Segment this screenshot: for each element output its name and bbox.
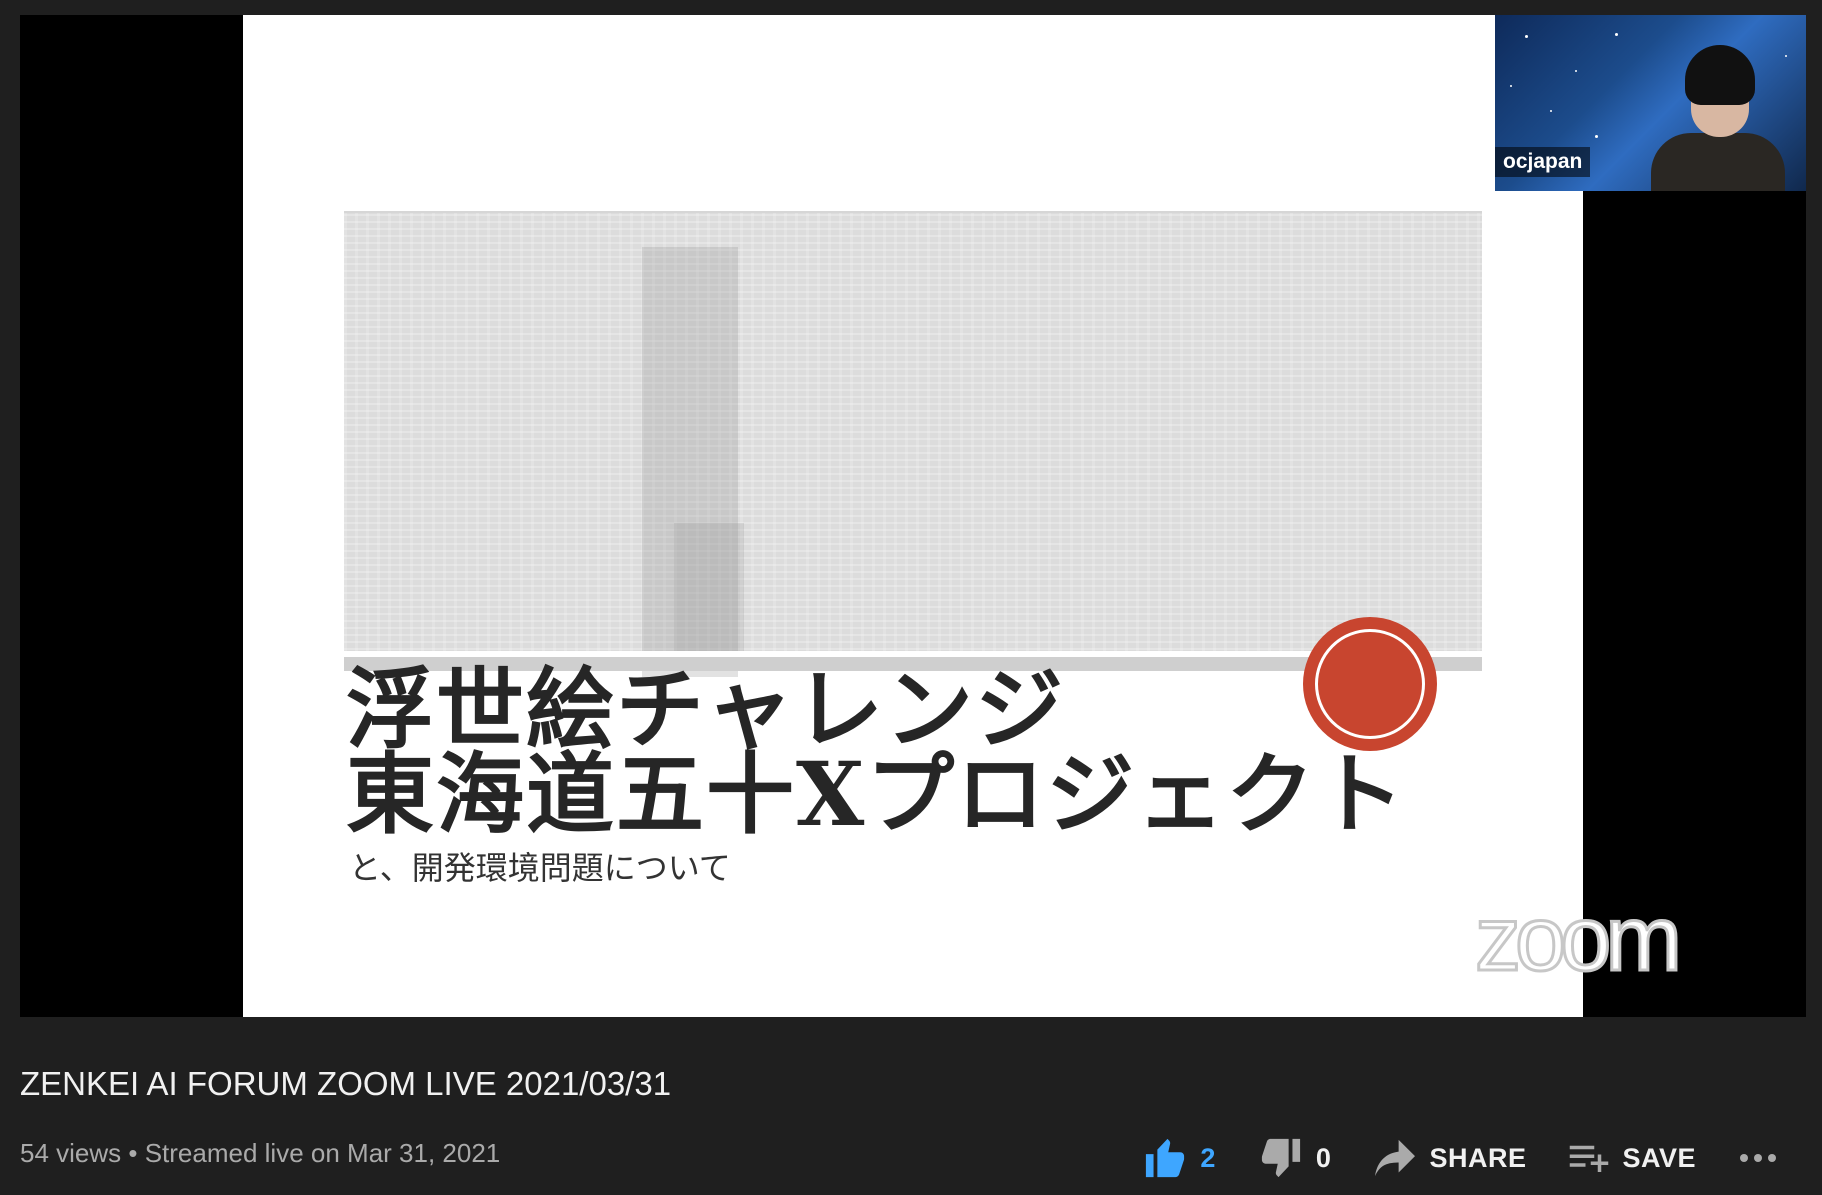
video-actions-bar: 2 0 SHARE SAVE xyxy=(1142,1136,1778,1180)
star-dot xyxy=(1510,85,1512,87)
slide-title-line2: 東海道五十Xプロジェクト xyxy=(346,742,1407,846)
save-label: SAVE xyxy=(1622,1142,1696,1173)
star-dot xyxy=(1550,110,1552,112)
like-count: 2 xyxy=(1200,1142,1216,1173)
thumb-up-icon xyxy=(1142,1137,1188,1179)
slide-title-line1: 浮世絵チャレンジ xyxy=(346,657,1066,761)
star-dot xyxy=(1785,55,1787,57)
share-label: SHARE xyxy=(1429,1142,1527,1173)
playlist-add-icon xyxy=(1568,1140,1610,1176)
dislike-count: 0 xyxy=(1315,1142,1332,1173)
slide-subtitle: と、開発環境問題について xyxy=(349,849,731,887)
slide-banner-image xyxy=(344,213,1482,677)
participant-body xyxy=(1651,133,1785,191)
share-button[interactable]: SHARE xyxy=(1373,1138,1526,1178)
participant-hair xyxy=(1685,45,1755,105)
more-actions-button[interactable] xyxy=(1738,1152,1778,1164)
dislike-button[interactable]: 0 xyxy=(1258,1137,1332,1179)
star-dot xyxy=(1575,70,1577,72)
participant-camera-thumbnail: ocjapan xyxy=(1495,15,1806,191)
presentation-slide: 浮世絵チャレンジ 東海道五十Xプロジェクト と、開発環境問題について xyxy=(243,15,1583,1017)
star-dot xyxy=(1615,33,1618,36)
thumb-down-icon xyxy=(1258,1137,1304,1179)
video-title: ZENKEI AI FORUM ZOOM LIVE 2021/03/31 xyxy=(20,1065,672,1102)
video-meta-info: 54 views • Streamed live on Mar 31, 2021 xyxy=(20,1138,501,1168)
star-dot xyxy=(1525,35,1528,38)
like-button[interactable]: 2 xyxy=(1142,1137,1216,1179)
participant-name-label: ocjapan xyxy=(1495,147,1591,177)
participant-video-figure xyxy=(1645,45,1785,191)
seal-ring xyxy=(1315,629,1425,739)
more-horizontal-icon xyxy=(1738,1152,1778,1164)
star-dot xyxy=(1595,135,1598,138)
share-arrow-icon xyxy=(1373,1138,1417,1178)
banner-shadow-block xyxy=(674,523,744,653)
video-player[interactable]: 浮世絵チャレンジ 東海道五十Xプロジェクト と、開発環境問題について zoom … xyxy=(20,15,1806,1017)
save-button[interactable]: SAVE xyxy=(1568,1140,1696,1176)
red-seal-stamp xyxy=(1303,617,1437,751)
zoom-watermark-logo: zoom xyxy=(1474,888,1684,990)
